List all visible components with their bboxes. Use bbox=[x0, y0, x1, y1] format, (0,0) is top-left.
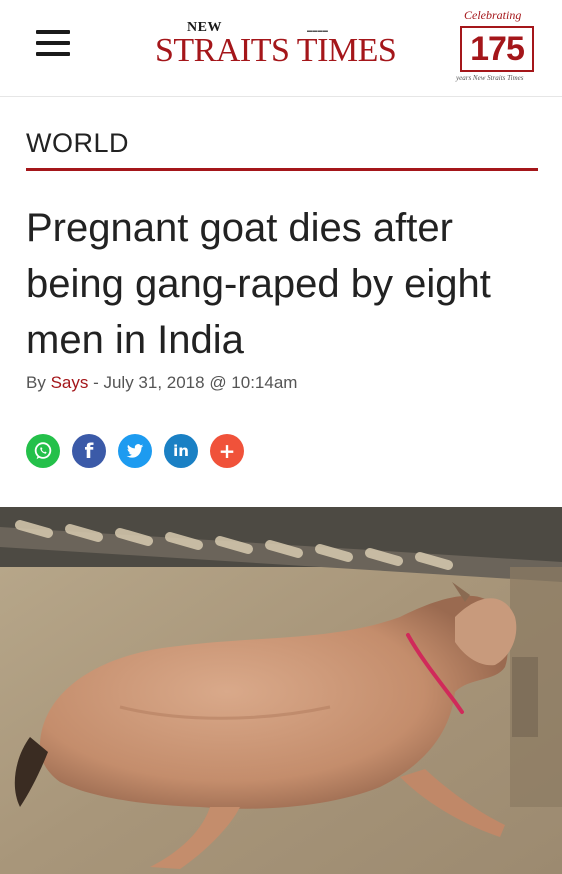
byline-date: - July 31, 2018 @ 10:14am bbox=[88, 373, 298, 392]
badge-number: 175 bbox=[470, 29, 525, 68]
share-linkedin-button[interactable]: in bbox=[164, 434, 198, 468]
menu-icon[interactable] bbox=[36, 28, 70, 56]
article-headline: Pregnant goat dies after being gang-rape… bbox=[26, 206, 491, 362]
share-more-button[interactable]: + bbox=[210, 434, 244, 468]
linkedin-icon: in bbox=[173, 442, 189, 460]
share-facebook-button[interactable]: f bbox=[72, 434, 106, 468]
article-photo bbox=[0, 507, 562, 874]
logo-wordmark: STRAITS TIMES bbox=[155, 32, 397, 69]
badge-number-box: 175 bbox=[460, 26, 534, 72]
section-label[interactable]: WORLD bbox=[26, 128, 129, 159]
anniversary-badge: Celebrating 175 years New Straits Times bbox=[452, 8, 542, 90]
plus-icon: + bbox=[218, 439, 236, 463]
twitter-bird-icon bbox=[126, 444, 144, 458]
section-divider bbox=[26, 168, 538, 171]
goat-photo-illustration bbox=[0, 507, 562, 874]
share-whatsapp-button[interactable] bbox=[26, 434, 60, 468]
article-byline: By Says - July 31, 2018 @ 10:14am bbox=[26, 373, 297, 393]
author-link[interactable]: Says bbox=[51, 373, 89, 392]
site-logo[interactable]: NEW ▬▬▬▬ STRAITS TIMES bbox=[155, 20, 410, 70]
share-twitter-button[interactable] bbox=[118, 434, 152, 468]
byline-prefix: By bbox=[26, 373, 51, 392]
badge-celebrating-text: Celebrating bbox=[464, 8, 522, 22]
site-header: NEW ▬▬▬▬ STRAITS TIMES Celebrating 175 y… bbox=[0, 0, 562, 97]
whatsapp-icon bbox=[34, 442, 52, 460]
badge-subtext: years New Straits Times bbox=[456, 74, 524, 82]
share-bar: f in + bbox=[26, 434, 244, 468]
facebook-icon: f bbox=[84, 439, 94, 463]
